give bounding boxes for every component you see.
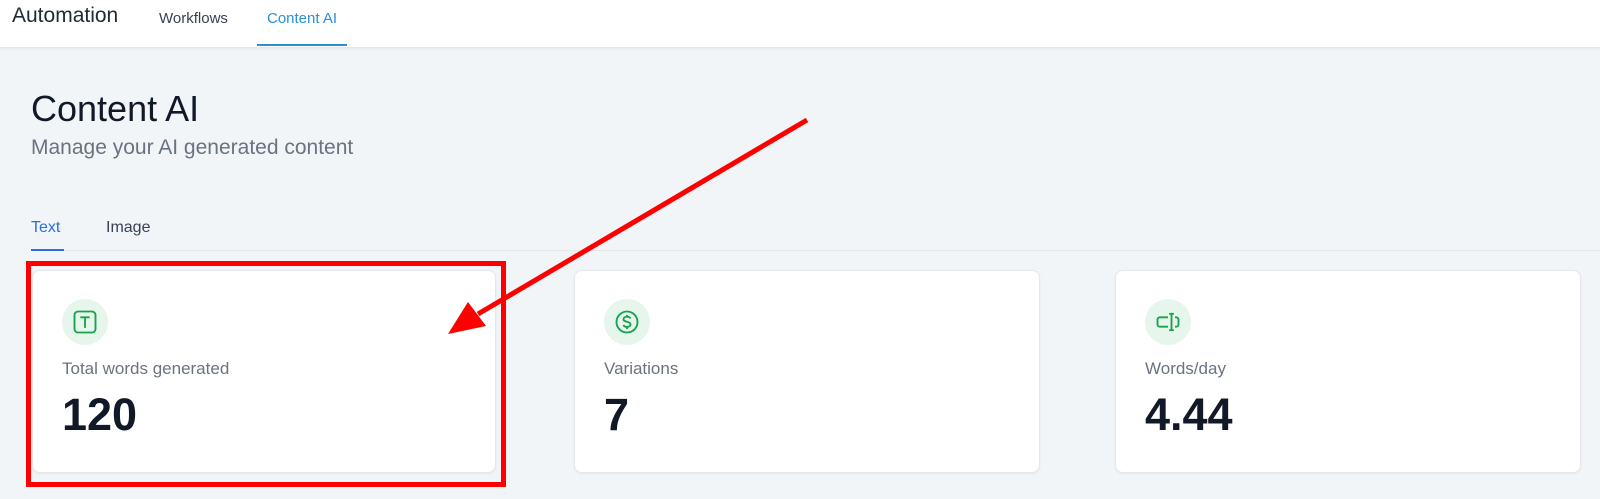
- tab-workflows[interactable]: Workflows: [149, 10, 238, 46]
- stat-value: 120: [62, 389, 138, 440]
- stat-value: 4.44: [1145, 389, 1233, 440]
- top-bar: Automation Workflows Content AI: [0, 0, 1600, 48]
- stat-value: 7: [604, 389, 630, 440]
- dollar-icon: [604, 299, 650, 345]
- sub-tab-text[interactable]: Text: [31, 219, 64, 251]
- tab-content-ai[interactable]: Content AI: [257, 10, 348, 46]
- stat-label: Words/day: [1145, 359, 1226, 378]
- stat-card-words-per-day: Words/day 4.44: [1115, 270, 1581, 473]
- stat-card-total-words: Total words generated 120: [32, 270, 496, 473]
- stat-label: Variations: [604, 359, 679, 378]
- stat-label: Total words generated: [62, 359, 230, 378]
- page-subtitle: Manage your AI generated content: [31, 136, 354, 159]
- text-icon: [62, 299, 108, 345]
- text-cursor-icon: [1145, 299, 1191, 345]
- sub-tab-image[interactable]: Image: [106, 219, 150, 251]
- app-title: Automation: [12, 4, 119, 27]
- sub-tabs-divider: [31, 250, 1600, 251]
- page-title: Content AI: [31, 88, 200, 129]
- stat-card-variations: Variations 7: [574, 270, 1040, 473]
